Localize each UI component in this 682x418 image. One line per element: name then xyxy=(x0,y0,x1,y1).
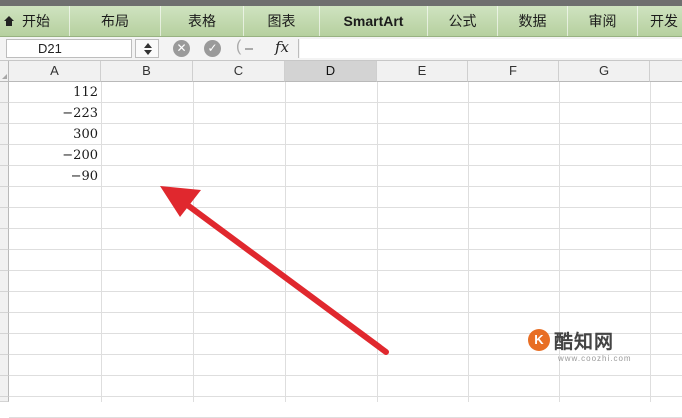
watermark-text: 酷知网 xyxy=(554,332,615,353)
arrow-shaft xyxy=(183,201,389,355)
watermark-logo-icon: K xyxy=(528,329,550,351)
watermark-url: www.coozhi.com xyxy=(558,354,632,363)
watermark: K 酷知网 www.coozhi.com xyxy=(528,327,632,367)
